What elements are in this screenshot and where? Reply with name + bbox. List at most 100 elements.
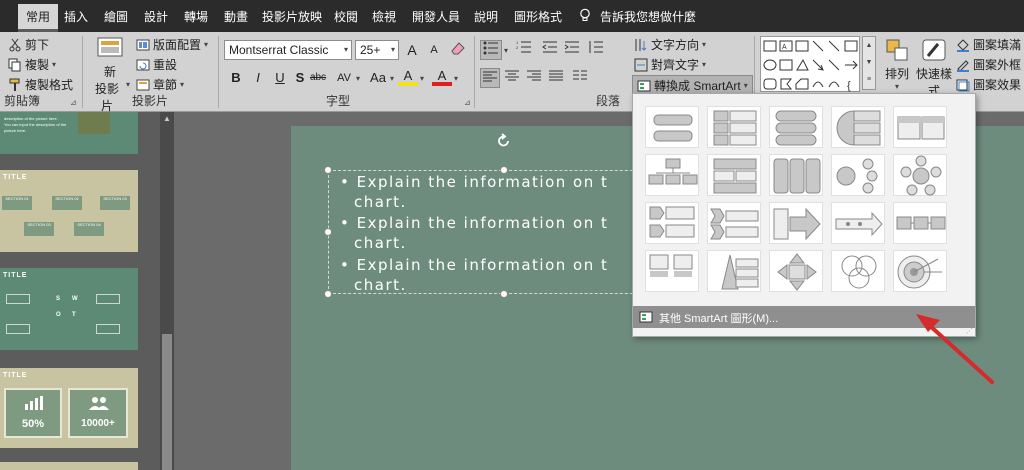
- rotate-handle-icon[interactable]: [496, 133, 512, 149]
- tab-transitions[interactable]: 轉場: [176, 4, 216, 32]
- shape-effects-button[interactable]: 圖案效果: [956, 76, 1021, 93]
- bullet-text[interactable]: chart.: [354, 234, 407, 252]
- shrink-font-button[interactable]: A: [424, 40, 444, 60]
- chevron-down-icon[interactable]: ▾: [390, 74, 394, 83]
- strikethrough-button[interactable]: abc: [308, 68, 328, 88]
- slide-thumbnail[interactable]: TITLE S W O T: [0, 268, 138, 350]
- smartart-layout-item[interactable]: [645, 202, 699, 244]
- chevron-down-icon[interactable]: ▾: [52, 60, 56, 69]
- chevron-down-icon[interactable]: ▾: [391, 45, 395, 54]
- tab-design[interactable]: 設計: [136, 4, 176, 32]
- chevron-down-icon[interactable]: ▾: [880, 82, 914, 91]
- chevron-down-icon[interactable]: ▾: [504, 46, 508, 55]
- smartart-layout-item[interactable]: [707, 154, 761, 196]
- clear-formatting-button[interactable]: [448, 40, 468, 60]
- text-direction-button[interactable]: 文字方向 ▾: [634, 36, 706, 53]
- chevron-down-icon[interactable]: ▾: [744, 81, 748, 90]
- smartart-layout-item[interactable]: [893, 250, 947, 292]
- align-left-button[interactable]: [480, 68, 500, 88]
- chevron-down-icon[interactable]: ▾: [356, 74, 360, 83]
- smartart-layout-item[interactable]: [645, 250, 699, 292]
- reset-button[interactable]: 重設: [136, 56, 177, 73]
- align-text-button[interactable]: 對齊文字 ▾: [634, 56, 706, 73]
- smartart-layout-item[interactable]: [893, 202, 947, 244]
- chevron-down-icon[interactable]: ▾: [702, 40, 706, 49]
- resize-handle[interactable]: [324, 290, 332, 298]
- align-center-button[interactable]: [502, 68, 522, 88]
- tell-me-search[interactable]: 告訴我您想做什麼: [592, 4, 704, 32]
- resize-handle[interactable]: [500, 290, 508, 298]
- smartart-layout-item[interactable]: [831, 154, 885, 196]
- chevron-down-icon[interactable]: ▾: [204, 40, 208, 49]
- shape-outline-button[interactable]: 圖案外框: [956, 56, 1021, 73]
- smartart-layout-item[interactable]: [893, 106, 947, 148]
- shape-fill-button[interactable]: 圖案填滿: [956, 36, 1021, 53]
- thumbnails-scrollbar[interactable]: ▲: [160, 112, 174, 470]
- tab-view[interactable]: 檢視: [364, 4, 404, 32]
- font-name-combo[interactable]: Montserrat Classic ▾: [224, 40, 352, 60]
- bullet-text[interactable]: • Explain the information on t: [340, 173, 608, 191]
- resize-handle[interactable]: [324, 228, 332, 236]
- format-painter-button[interactable]: 複製格式: [8, 76, 73, 93]
- font-launcher-icon[interactable]: ⊿: [464, 98, 471, 107]
- tab-animations[interactable]: 動畫: [216, 4, 256, 32]
- tab-review[interactable]: 校閱: [326, 4, 366, 32]
- smartart-layout-item[interactable]: [645, 154, 699, 196]
- font-size-combo[interactable]: 25+ ▾: [355, 40, 399, 60]
- highlight-color-button[interactable]: A: [398, 66, 418, 86]
- smartart-layout-item[interactable]: [769, 250, 823, 292]
- character-spacing-button[interactable]: AV: [332, 68, 356, 88]
- grow-font-button[interactable]: A: [402, 40, 422, 60]
- scroll-up-icon[interactable]: ▲: [160, 112, 174, 126]
- slide-thumbnail[interactable]: TITLE 50% 10000+: [0, 368, 138, 448]
- smartart-layout-item[interactable]: [645, 106, 699, 148]
- justify-button[interactable]: [546, 68, 566, 88]
- bullet-text[interactable]: chart.: [354, 193, 407, 211]
- chevron-down-icon[interactable]: ▾: [344, 45, 348, 54]
- bold-button[interactable]: B: [226, 68, 246, 88]
- chevron-down-icon[interactable]: ▾: [180, 80, 184, 89]
- tab-slideshow[interactable]: 投影片放映: [254, 4, 330, 32]
- bullet-text[interactable]: chart.: [354, 276, 407, 294]
- chevron-down-icon[interactable]: ▾: [420, 74, 424, 83]
- tab-insert[interactable]: 插入: [56, 4, 96, 32]
- increase-indent-button[interactable]: [562, 40, 582, 60]
- new-slide-button[interactable]: 新 投影片 ▾: [90, 36, 130, 114]
- chevron-down-icon[interactable]: ▾: [454, 74, 458, 83]
- smartart-layout-item[interactable]: [831, 250, 885, 292]
- tab-shape-format[interactable]: 圖形格式: [506, 4, 570, 32]
- shapes-gallery[interactable]: A {: [760, 36, 860, 92]
- bullet-text[interactable]: • Explain the information on t: [340, 214, 608, 232]
- shapes-gallery-scroll[interactable]: ▲ ▼ ≡: [862, 36, 876, 90]
- arrange-button[interactable]: 排列 ▾: [880, 38, 914, 91]
- bullets-button[interactable]: [480, 40, 502, 60]
- bullet-text[interactable]: • Explain the information on t: [340, 256, 608, 274]
- smartart-layout-item[interactable]: [769, 202, 823, 244]
- tab-developer[interactable]: 開發人員: [404, 4, 468, 32]
- smartart-layout-item[interactable]: [769, 106, 823, 148]
- resize-handle[interactable]: [324, 166, 332, 174]
- smartart-layout-item[interactable]: [707, 250, 761, 292]
- change-case-button[interactable]: Aa: [366, 68, 390, 88]
- numbering-button[interactable]: 12: [514, 40, 534, 60]
- smartart-layout-item[interactable]: [707, 106, 761, 148]
- scrollbar-thumb[interactable]: [162, 334, 172, 470]
- clipboard-launcher-icon[interactable]: ⊿: [70, 98, 77, 107]
- slide-thumbnail[interactable]: TITLE SECTION 01 SECTION 02 SECTION 03 S…: [0, 170, 138, 252]
- smartart-layout-item[interactable]: [893, 154, 947, 196]
- columns-button[interactable]: [570, 68, 590, 88]
- slide-thumbnail[interactable]: [0, 462, 138, 470]
- text-shadow-button[interactable]: S: [290, 68, 310, 88]
- chevron-down-icon[interactable]: ▾: [702, 60, 706, 69]
- chevron-down-icon[interactable]: ▾: [126, 80, 130, 114]
- smartart-layout-item[interactable]: [831, 202, 885, 244]
- italic-button[interactable]: I: [248, 68, 268, 88]
- smartart-layout-item[interactable]: [707, 202, 761, 244]
- cut-button[interactable]: 剪下: [8, 36, 49, 53]
- align-right-button[interactable]: [524, 68, 544, 88]
- font-color-button[interactable]: A: [432, 66, 452, 86]
- quick-styles-button[interactable]: 快速樣 式: [916, 38, 952, 99]
- underline-button[interactable]: U: [270, 68, 290, 88]
- smartart-layout-item[interactable]: [769, 154, 823, 196]
- copy-button[interactable]: 複製 ▾: [8, 56, 56, 73]
